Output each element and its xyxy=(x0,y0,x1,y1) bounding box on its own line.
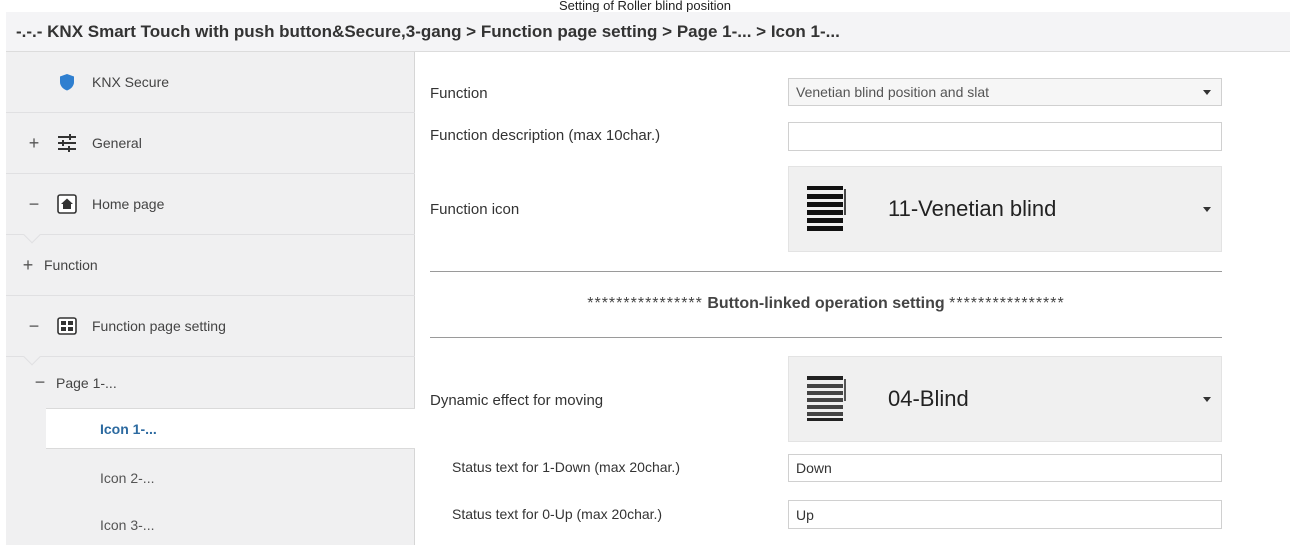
section-divider xyxy=(430,337,1222,338)
sliders-icon xyxy=(56,132,78,154)
section-stars-left: **************** xyxy=(587,295,703,312)
status-down-label: Status text for 1-Down (max 20char.) xyxy=(452,459,680,475)
sidebar-item-icon-1[interactable]: Icon 1-... xyxy=(46,408,415,449)
function-icon-select[interactable]: 11-Venetian blind xyxy=(788,166,1222,252)
shield-icon xyxy=(56,71,78,93)
dynamic-effect-label: Dynamic effect for moving xyxy=(430,392,604,409)
collapse-icon[interactable]: − xyxy=(22,194,46,215)
sidebar-item-icon-2[interactable]: Icon 2-... xyxy=(46,457,415,498)
status-up-input[interactable]: Up xyxy=(788,500,1222,529)
parameter-panel: Function Venetian blind position and sla… xyxy=(415,52,1290,545)
chevron-down-icon xyxy=(1203,397,1211,402)
function-icon-label: Function icon xyxy=(430,201,520,218)
function-select[interactable]: Venetian blind position and slat xyxy=(788,78,1222,106)
dynamic-effect-select[interactable]: 04-Blind xyxy=(788,356,1222,442)
collapse-icon[interactable]: − xyxy=(32,372,48,393)
home-icon xyxy=(56,193,78,215)
sidebar-item-function-page-setting[interactable]: − Function page setting xyxy=(6,296,415,366)
venetian-blind-icon xyxy=(805,185,849,238)
expand-icon[interactable]: + xyxy=(16,255,40,276)
dynamic-effect-value: 04-Blind xyxy=(888,386,969,411)
function-description-label: Function description (max 10char.) xyxy=(430,127,661,144)
image-caption: Setting of Roller blind position xyxy=(559,0,731,12)
function-label: Function xyxy=(430,85,488,102)
sidebar-item-page-1[interactable]: − Page 1-... xyxy=(6,357,415,408)
section-stars-right: **************** xyxy=(949,295,1065,312)
function-icon-value: 11-Venetian blind xyxy=(888,196,1057,221)
sidebar-item-label: Function xyxy=(44,257,98,273)
sidebar-item-function[interactable]: + Function xyxy=(6,235,415,296)
section-title: **************** Button-linked operation… xyxy=(430,295,1222,313)
sidebar-item-label: Page 1-... xyxy=(56,374,117,391)
sidebar-item-label: General xyxy=(92,135,142,151)
breadcrumb: -.-.- KNX Smart Touch with push button&S… xyxy=(6,12,1290,52)
function-select-value: Venetian blind position and slat xyxy=(796,84,990,100)
blind-icon xyxy=(805,375,849,428)
chevron-down-icon xyxy=(1203,207,1211,212)
collapse-icon[interactable]: − xyxy=(22,316,46,337)
grid-icon xyxy=(56,315,78,337)
sidebar-item-home-page[interactable]: − Home page xyxy=(6,174,415,244)
expand-icon[interactable]: + xyxy=(22,133,46,154)
sidebar-item-label: Function page setting xyxy=(92,318,226,334)
sidebar-item-icon-3[interactable]: Icon 3-... xyxy=(46,504,415,545)
chevron-down-icon xyxy=(1203,90,1211,95)
status-down-input[interactable]: Down xyxy=(788,454,1222,482)
sidebar: KNX Secure + General − Home page + Funct… xyxy=(6,52,415,545)
sidebar-item-label: Home page xyxy=(92,196,165,212)
sidebar-item-knx-secure[interactable]: KNX Secure xyxy=(6,52,415,113)
function-description-input[interactable] xyxy=(788,122,1222,151)
section-divider xyxy=(430,271,1222,272)
sidebar-item-general[interactable]: + General xyxy=(6,113,415,174)
status-up-label: Status text for 0-Up (max 20char.) xyxy=(452,506,663,522)
section-title-text: Button-linked operation setting xyxy=(707,295,945,312)
sidebar-item-label: KNX Secure xyxy=(92,74,170,90)
